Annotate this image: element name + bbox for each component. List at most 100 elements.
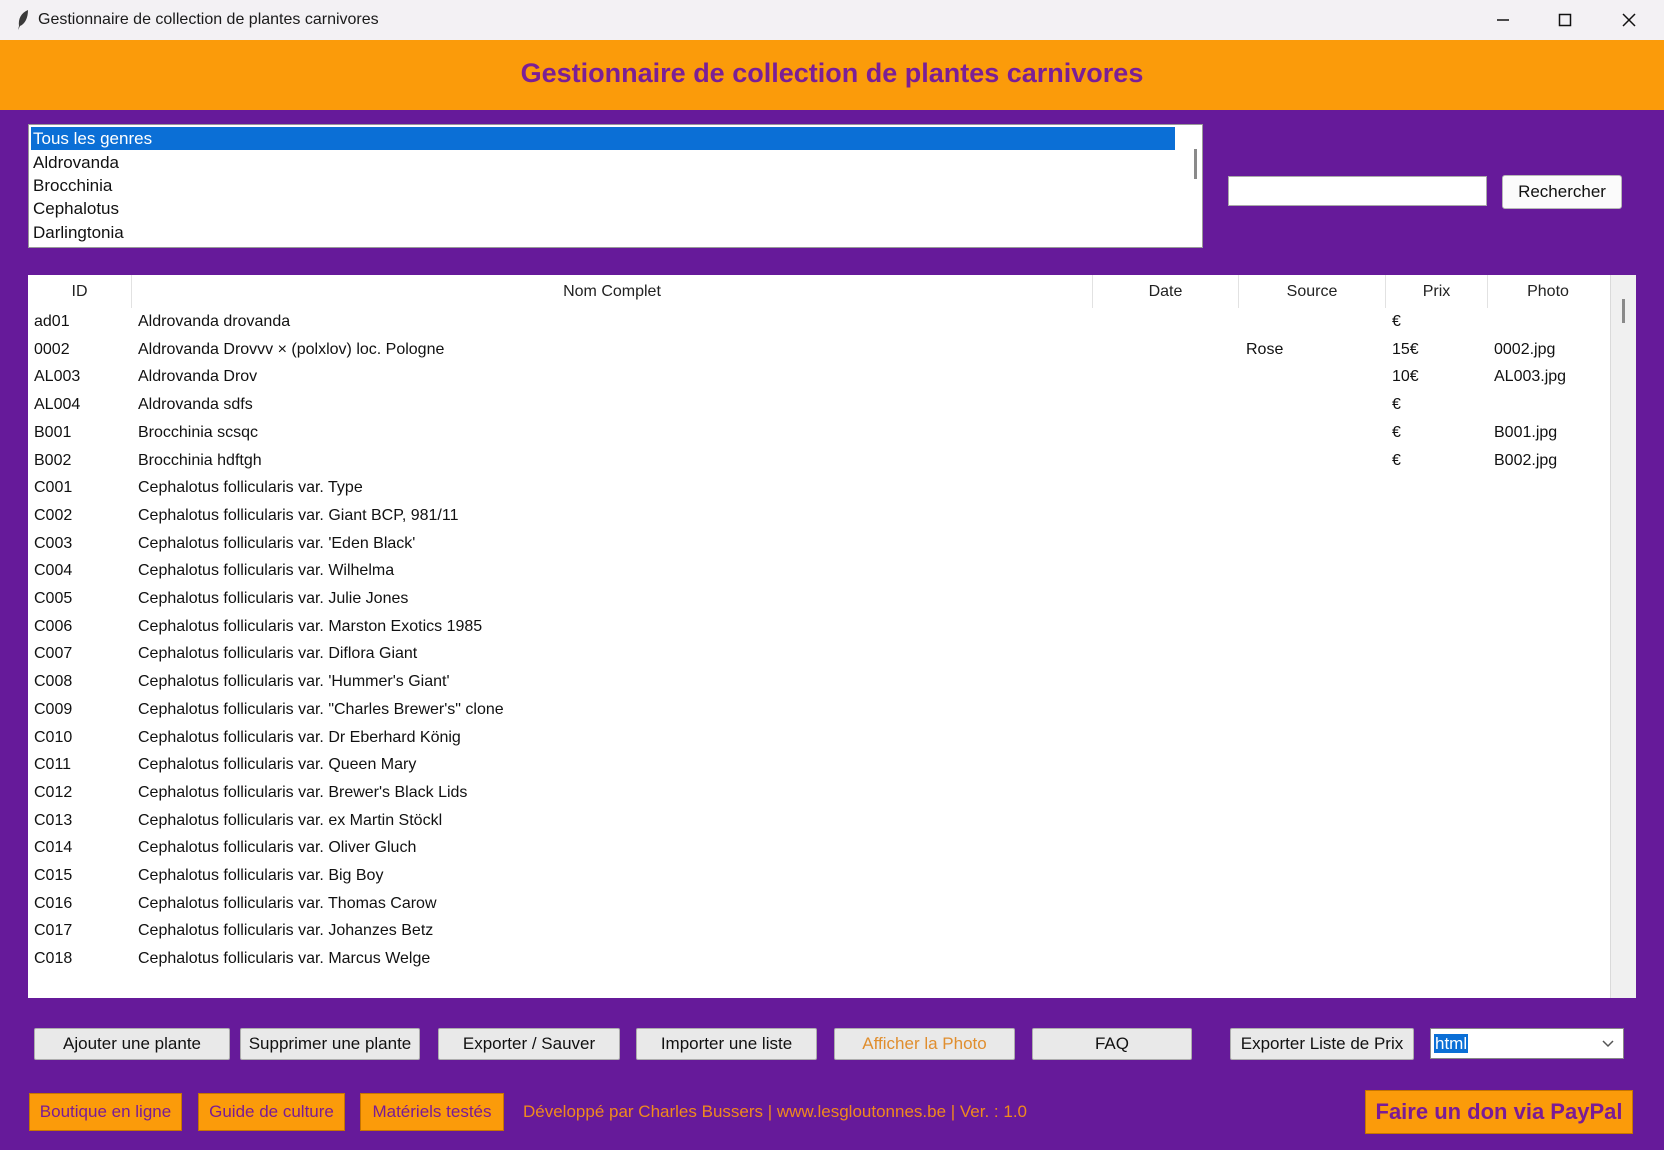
table-row[interactable]: B001 Brocchinia scsqc € B001.jpg (28, 419, 1608, 447)
table-row[interactable]: C005 Cephalotus follicularis var. Julie J… (28, 585, 1608, 613)
minimize-button[interactable] (1472, 0, 1534, 40)
table-row[interactable]: C009 Cephalotus follicularis var. "Charle… (28, 696, 1608, 724)
table-scrollbar[interactable] (1610, 275, 1636, 998)
online-shop-button[interactable]: Boutique en ligne (29, 1093, 182, 1131)
culture-guide-button[interactable]: Guide de culture (198, 1093, 345, 1131)
cell-name: Aldrovanda drovanda (138, 313, 291, 330)
import-list-button[interactable]: Importer une liste (636, 1028, 817, 1060)
cell-date (1100, 613, 1240, 641)
genre-listbox[interactable]: Tous les genres Aldrovanda Brocchinia Ce… (28, 124, 1203, 248)
cell-id: C012 (34, 783, 73, 801)
genre-scrollbar-thumb[interactable] (1194, 149, 1197, 179)
cell-name: Cephalotus follicularis var. Marcus Welg… (138, 950, 431, 968)
cell-price: € (1392, 396, 1401, 414)
cell-date (1100, 363, 1240, 391)
faq-button[interactable]: FAQ (1032, 1028, 1192, 1060)
table-row[interactable]: C007 Cephalotus follicularis var. Diflora… (28, 640, 1608, 668)
genre-item-all[interactable]: Tous les genres (30, 126, 1176, 151)
cell-date (1100, 585, 1240, 613)
table-row[interactable]: AL004 Aldrovanda sdfs € (28, 391, 1608, 419)
cell-id: C009 (34, 700, 73, 718)
cell-id: C017 (34, 922, 73, 940)
table-row[interactable]: C016 Cephalotus follicularis var. Thomas … (28, 890, 1608, 918)
export-format-value: html (1434, 1034, 1469, 1053)
cell-name: Cephalotus follicularis var. Wilhelma (138, 562, 395, 580)
cell-id: AL003 (34, 368, 81, 386)
cell-source (1246, 862, 1384, 890)
tested-materials-button[interactable]: Matériels testés (360, 1093, 504, 1131)
column-header-name[interactable]: Nom Complet (132, 275, 1093, 308)
cell-source (1246, 917, 1384, 945)
cell-id: C013 (34, 811, 73, 829)
table-row[interactable]: B002 Brocchinia hdftgh € B002.jpg (28, 447, 1608, 475)
cell-id: C005 (34, 590, 73, 607)
table-row[interactable]: C002 Cephalotus follicularis var. Giant B… (28, 502, 1608, 530)
table-row[interactable]: C004 Cephalotus follicularis var. Wilhelm… (28, 557, 1608, 585)
table-row[interactable]: C013 Cephalotus follicularis var. ex Mart… (28, 807, 1608, 835)
cell-photo (1494, 917, 1606, 945)
table-row[interactable]: C018 Cephalotus follicularis var. Marcus … (28, 945, 1608, 973)
window-title: Gestionnaire de collection de plantes ca… (38, 11, 379, 28)
table-row[interactable]: C017 Cephalotus follicularis var. Johanze… (28, 917, 1608, 945)
cell-price (1392, 474, 1486, 502)
genre-item-aldrovanda[interactable]: Aldrovanda (31, 151, 119, 174)
paypal-donate-button[interactable]: Faire un don via PayPal (1365, 1090, 1633, 1134)
column-header-price[interactable]: Prix (1386, 275, 1488, 308)
table-row[interactable]: C012 Cephalotus follicularis var. Brewer'… (28, 779, 1608, 807)
cell-price (1392, 807, 1486, 835)
cell-date (1100, 945, 1240, 973)
cell-source (1246, 724, 1384, 752)
table-row[interactable]: C008 Cephalotus follicularis var. 'Hummer… (28, 668, 1608, 696)
table-row[interactable]: 0002 Aldrovanda Drovvv × (polxlov) loc. P… (28, 336, 1608, 364)
genre-item-cephalotus[interactable]: Cephalotus (31, 197, 119, 220)
genre-scrollbar[interactable] (1189, 125, 1202, 247)
search-input[interactable] (1228, 176, 1487, 206)
table-row[interactable]: C001 Cephalotus follicularis var. Type (28, 474, 1608, 502)
table-row[interactable]: ad01 Aldrovanda drovanda € (28, 308, 1608, 336)
cell-photo (1494, 751, 1606, 779)
table-row[interactable]: C015 Cephalotus follicularis var. Big Boy (28, 862, 1608, 890)
cell-photo: AL003.jpg (1494, 368, 1567, 386)
cell-name: Cephalotus follicularis var. Giant BCP, … (138, 506, 459, 524)
table-row[interactable]: AL003 Aldrovanda Drov 10€ AL003.jpg (28, 363, 1608, 391)
cell-date (1100, 308, 1240, 336)
cell-photo (1494, 308, 1606, 336)
cell-source (1246, 807, 1384, 835)
table-row[interactable]: C010 Cephalotus follicularis var. Dr Eber… (28, 724, 1608, 752)
credits-text: Développé par Charles Bussers | www.lesg… (523, 1102, 1027, 1121)
show-photo-button[interactable]: Afficher la Photo (834, 1028, 1015, 1060)
cell-photo (1494, 862, 1606, 890)
maximize-button[interactable] (1534, 0, 1596, 40)
genre-item-darlingtonia[interactable]: Darlingtonia (31, 221, 124, 244)
table-row[interactable]: C014 Cephalotus follicularis var. Oliver … (28, 834, 1608, 862)
table-scrollbar-thumb[interactable] (1622, 299, 1625, 323)
cell-name: Aldrovanda Drovvv × (polxlov) loc. Polog… (138, 340, 445, 358)
cell-photo (1494, 945, 1606, 973)
cell-name: Cephalotus follicularis var. 'Hummer's G… (138, 673, 450, 691)
export-format-select[interactable]: html (1430, 1028, 1624, 1059)
feather-icon (16, 9, 30, 31)
column-header-source[interactable]: Source (1239, 275, 1386, 308)
column-header-photo[interactable]: Photo (1488, 275, 1608, 308)
table-row[interactable]: C006 Cephalotus follicularis var. Marston… (28, 613, 1608, 641)
cell-price (1392, 640, 1486, 668)
cell-date (1100, 336, 1240, 364)
search-button[interactable]: Rechercher (1502, 175, 1622, 209)
table-row[interactable]: C003 Cephalotus follicularis var. 'Eden B… (28, 530, 1608, 558)
delete-plant-button[interactable]: Supprimer une plante (240, 1028, 420, 1060)
column-header-id[interactable]: ID (28, 275, 132, 308)
add-plant-button[interactable]: Ajouter une plante (34, 1028, 230, 1060)
close-button[interactable] (1598, 0, 1660, 40)
column-header-date[interactable]: Date (1093, 275, 1239, 308)
cell-date (1100, 724, 1240, 752)
cell-source (1246, 890, 1384, 918)
cell-photo (1494, 724, 1606, 752)
export-price-list-button[interactable]: Exporter Liste de Prix (1230, 1028, 1414, 1060)
genre-item-brocchinia[interactable]: Brocchinia (31, 174, 112, 197)
maximize-icon (1558, 13, 1572, 27)
table-row[interactable]: C011 Cephalotus follicularis var. Queen M… (28, 751, 1608, 779)
cell-id: C014 (34, 839, 73, 857)
cell-id: ad01 (34, 313, 70, 330)
cell-date (1100, 668, 1240, 696)
export-save-button[interactable]: Exporter / Sauver (438, 1028, 620, 1060)
